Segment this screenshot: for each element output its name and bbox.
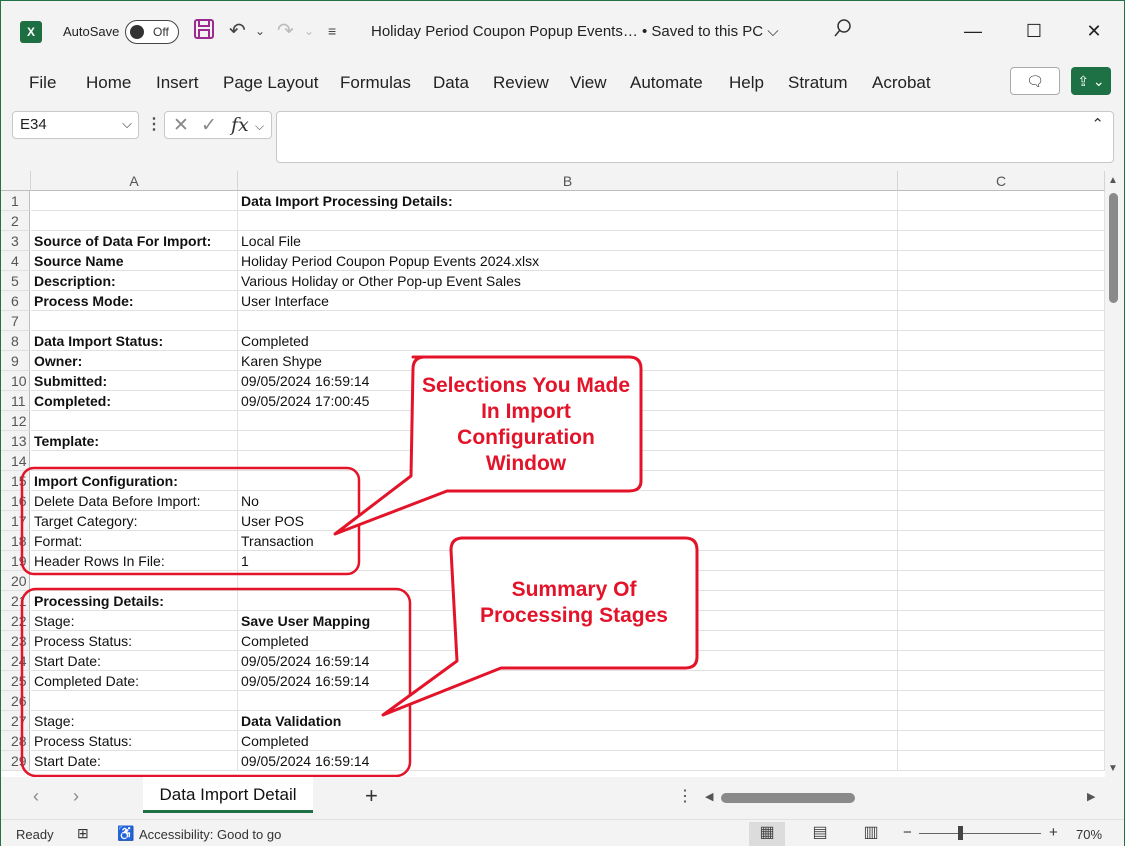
zoom-slider[interactable] bbox=[919, 833, 1041, 834]
scroll-right-icon[interactable]: ▶ bbox=[1087, 790, 1095, 803]
callout-processing-text: Summary Of Processing Stages bbox=[480, 578, 668, 627]
status-bar: Ready ⊞ ♿ Accessibility: Good to go ▦ ▤ … bbox=[1, 819, 1124, 846]
page-break-view-icon[interactable]: ▥ bbox=[853, 822, 889, 846]
zoom-out-icon[interactable]: − bbox=[903, 824, 912, 841]
add-sheet-icon[interactable]: + bbox=[365, 783, 378, 809]
excel-window: X AutoSave Off ↶ ⌄ ↷ ⌄ ≡ Holiday Period … bbox=[0, 0, 1125, 846]
prev-sheet-icon[interactable]: ‹ bbox=[33, 786, 39, 807]
sheet-tabs-bar: ‹ › Data Import Detail + ⋮ ◀ ▶ bbox=[1, 777, 1124, 817]
normal-view-icon[interactable]: ▦ bbox=[749, 822, 785, 846]
zoom-slider-knob[interactable] bbox=[958, 826, 963, 840]
import-config-highlight bbox=[20, 466, 361, 576]
page-layout-view-icon[interactable]: ▤ bbox=[802, 822, 838, 846]
horizontal-scroll-thumb[interactable] bbox=[721, 793, 855, 803]
macro-record-icon[interactable]: ⊞ bbox=[77, 825, 89, 842]
accessibility-status[interactable]: Accessibility: Good to go bbox=[139, 827, 281, 842]
accessibility-icon[interactable]: ♿ bbox=[117, 825, 134, 842]
ready-status: Ready bbox=[16, 827, 54, 842]
more-icon[interactable]: ⋮ bbox=[677, 786, 693, 806]
sheet-tab-data-import-detail[interactable]: Data Import Detail bbox=[143, 777, 313, 813]
callout-import-config-text: Selections You Made In Import Configurat… bbox=[421, 374, 631, 475]
processing-highlight bbox=[20, 587, 412, 778]
scroll-left-icon[interactable]: ◀ bbox=[705, 790, 713, 803]
next-sheet-icon[interactable]: › bbox=[73, 786, 79, 807]
zoom-in-icon[interactable]: + bbox=[1049, 824, 1058, 841]
zoom-level[interactable]: 70% bbox=[1076, 827, 1102, 842]
